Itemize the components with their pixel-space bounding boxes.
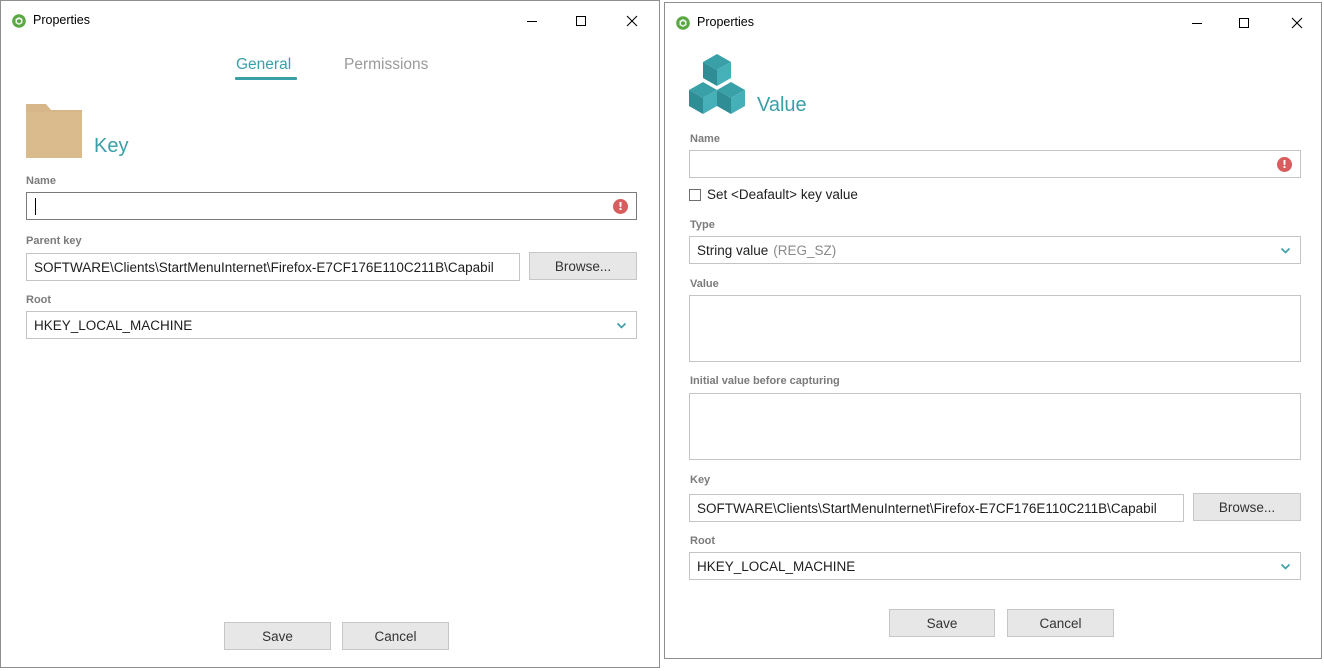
default-value-label[interactable]: Set <Deafault> key value (707, 187, 858, 202)
cancel-button[interactable]: Cancel (342, 622, 449, 650)
maximize-button[interactable] (1232, 11, 1256, 35)
title-bar[interactable]: Properties (1, 1, 659, 39)
key-value: SOFTWARE\Clients\StartMenuInternet\Firef… (697, 500, 1157, 516)
root-select[interactable]: HKEY_LOCAL_MACHINE (26, 311, 637, 339)
value-label: Value (690, 278, 719, 290)
tab-general[interactable]: General (236, 56, 291, 74)
text-caret (35, 198, 36, 215)
root-value: HKEY_LOCAL_MACHINE (34, 317, 193, 333)
initial-value-label: Initial value before capturing (690, 375, 840, 387)
root-select[interactable]: HKEY_LOCAL_MACHINE (689, 552, 1301, 580)
key-label: Key (690, 474, 711, 486)
name-label: Name (26, 175, 56, 187)
root-label: Root (690, 535, 716, 547)
active-tab-indicator (235, 77, 297, 80)
close-button[interactable] (620, 9, 644, 33)
save-button[interactable]: Save (889, 609, 995, 637)
chevron-down-icon (1280, 247, 1291, 254)
cubes-icon (689, 54, 745, 114)
name-input[interactable]: ! (689, 150, 1301, 178)
app-hexagon-icon (676, 16, 690, 30)
chevron-down-icon (616, 322, 627, 329)
minimize-icon (527, 21, 537, 22)
initial-value-textarea[interactable] (689, 393, 1301, 460)
root-label: Root (26, 294, 52, 306)
name-input[interactable]: ! (26, 192, 637, 220)
name-label: Name (690, 133, 720, 145)
save-button[interactable]: Save (224, 622, 331, 650)
browse-button[interactable]: Browse... (1193, 493, 1301, 521)
folder-icon (26, 104, 82, 158)
title-bar[interactable]: Properties (665, 3, 1321, 41)
maximize-icon (1239, 18, 1249, 28)
key-input[interactable]: SOFTWARE\Clients\StartMenuInternet\Firef… (689, 494, 1184, 522)
type-select[interactable]: String value (REG_SZ) (689, 236, 1301, 264)
error-icon: ! (1277, 157, 1292, 172)
error-icon: ! (613, 199, 628, 214)
type-label: Type (690, 219, 715, 231)
browse-button[interactable]: Browse... (529, 252, 637, 280)
minimize-button[interactable] (520, 9, 544, 33)
cancel-button[interactable]: Cancel (1007, 609, 1114, 637)
minimize-button[interactable] (1185, 11, 1209, 35)
properties-window-value: Properties Value Name ! Set <Deafault> k… (664, 2, 1322, 659)
properties-window-key: Properties General Permissions Key Name … (0, 0, 660, 668)
type-hint: (REG_SZ) (773, 242, 837, 258)
parent-key-label: Parent key (26, 235, 82, 247)
minimize-icon (1192, 23, 1202, 24)
default-value-checkbox[interactable] (689, 189, 701, 201)
root-value: HKEY_LOCAL_MACHINE (697, 558, 856, 574)
maximize-button[interactable] (569, 9, 593, 33)
app-hexagon-icon (12, 14, 26, 28)
tab-permissions[interactable]: Permissions (344, 56, 428, 74)
close-icon (626, 15, 638, 27)
value-textarea[interactable] (689, 295, 1301, 362)
parent-key-value: SOFTWARE\Clients\StartMenuInternet\Firef… (34, 259, 494, 275)
close-button[interactable] (1285, 11, 1309, 35)
parent-key-input[interactable]: SOFTWARE\Clients\StartMenuInternet\Firef… (26, 253, 520, 281)
page-title: Key (94, 135, 129, 157)
maximize-icon (576, 16, 586, 26)
page-title: Value (757, 94, 807, 116)
type-value: String value (697, 242, 769, 258)
close-icon (1291, 17, 1303, 29)
chevron-down-icon (1280, 563, 1291, 570)
window-title: Properties (33, 13, 90, 27)
window-title: Properties (697, 15, 754, 29)
